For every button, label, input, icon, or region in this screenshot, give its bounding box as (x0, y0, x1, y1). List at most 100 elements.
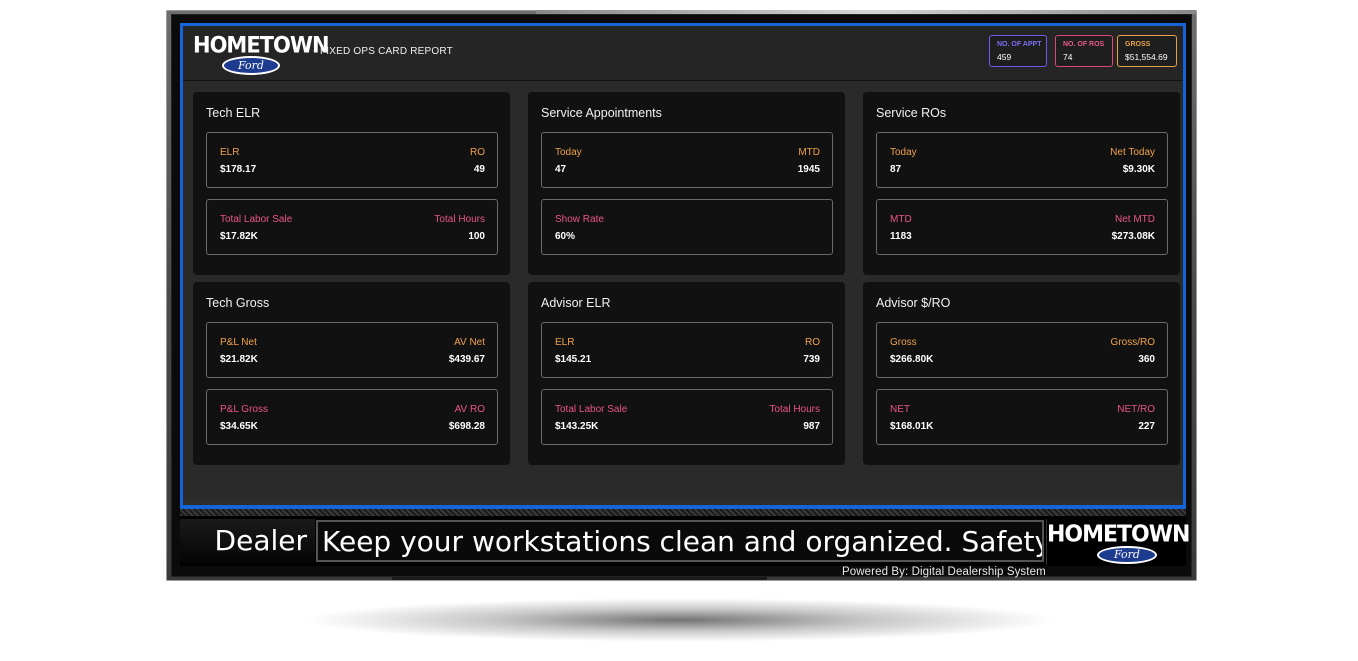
tv-bezel: HOMETOWN Ford FIXED OPS CARD REPORT NO. … (166, 10, 1197, 581)
metric-value: 47 (555, 164, 567, 175)
metric-label: Total Labor Sale (220, 214, 293, 225)
metric-value: $698.28 (448, 421, 485, 432)
kpi-label: NO. OF APPT (997, 41, 1042, 48)
dashboard-bottom-strip (183, 499, 1183, 505)
metric-card[interactable]: Today Net Today 87 $9.30K (876, 132, 1168, 188)
metric-card[interactable]: Total Labor Sale Total Hours $143.25K 98… (541, 389, 833, 445)
ford-oval-badge: Ford (1097, 546, 1157, 564)
metric-label: Today (890, 147, 917, 158)
panel-title: Advisor ELR (541, 296, 611, 310)
metric-value: $168.01K (890, 421, 934, 432)
metric-value: $178.17 (220, 164, 257, 175)
metric-card[interactable]: ELR RO $145.21 739 (541, 322, 833, 378)
metric-label: ELR (220, 147, 240, 158)
metric-label: NET (890, 404, 910, 415)
metric-label: Total Hours (434, 214, 485, 225)
metric-value: 987 (803, 421, 820, 432)
metric-value: $439.67 (448, 354, 485, 365)
panel-title: Service Appointments (541, 106, 662, 120)
metric-value: 739 (803, 354, 820, 365)
metric-card[interactable]: MTD Net MTD 1183 $273.08K (876, 199, 1168, 255)
panel-tech-gross[interactable]: Tech Gross P&L Net AV Net $21.82K $439.6… (193, 282, 510, 465)
metric-label: Total Labor Sale (555, 404, 628, 415)
metric-card[interactable]: ELR RO $178.17 49 (206, 132, 498, 188)
metric-value: 227 (1138, 421, 1155, 432)
metric-label: Net Today (1110, 147, 1155, 158)
kpi-label: NO. OF ROS (1063, 41, 1105, 48)
metric-value: 360 (1138, 354, 1155, 365)
kpi-value: $51,554.69 (1125, 52, 1168, 62)
panel-tech-elr[interactable]: Tech ELR ELR RO $178.17 49 Total Labor S… (193, 92, 510, 275)
metric-label: RO (470, 147, 485, 158)
metric-value: $17.82K (220, 231, 258, 242)
panel-advisor-per-ro[interactable]: Advisor $/RO Gross Gross/RO $266.80K 360… (863, 282, 1180, 465)
metric-label: P&L Net (220, 337, 257, 348)
metric-card[interactable]: Today MTD 47 1945 (541, 132, 833, 188)
metric-label: NET/RO (1117, 404, 1155, 415)
dashboard-frame: HOMETOWN Ford FIXED OPS CARD REPORT NO. … (180, 23, 1186, 508)
metric-value: 1945 (797, 164, 820, 175)
ticker-logo: HOMETOWN Ford (1046, 519, 1190, 565)
metric-card[interactable]: P&L Gross AV RO $34.65K $698.28 (206, 389, 498, 445)
metric-label: RO (805, 337, 820, 348)
panel-title: Tech Gross (206, 296, 270, 310)
tv-screen: HOMETOWN Ford FIXED OPS CARD REPORT NO. … (171, 14, 1192, 580)
metric-label: Gross (890, 337, 917, 348)
ford-oval-badge: Ford (222, 56, 280, 75)
metric-value: 49 (473, 164, 485, 175)
logo-wordmark: HOMETOWN (193, 32, 330, 58)
metric-card[interactable]: Show Rate 60% (541, 199, 833, 255)
logo-wordmark: HOMETOWN (1047, 521, 1190, 548)
hometown-ford-logo: HOMETOWN Ford (193, 32, 330, 76)
metric-label: Gross/RO (1110, 337, 1155, 348)
stage: HOMETOWN Ford FIXED OPS CARD REPORT NO. … (0, 0, 1358, 661)
panel-title: Tech ELR (206, 106, 261, 120)
metric-value: $266.80K (890, 354, 934, 365)
panel-service-ros[interactable]: Service ROs Today Net Today 87 $9.30K MT… (863, 92, 1180, 275)
tv-bottom-bar (392, 577, 767, 580)
news-ticker: Dealer Keep your workstations clean and … (180, 516, 1190, 566)
metric-label: AV Net (454, 337, 485, 348)
panel-advisor-elr[interactable]: Advisor ELR ELR RO $145.21 739 Total Lab… (528, 282, 845, 465)
kpi-gross[interactable]: GROSS $51,554.69 (1117, 35, 1177, 67)
metric-label: Show Rate (555, 214, 604, 225)
metric-label: P&L Gross (220, 404, 268, 415)
metric-label: MTD (798, 147, 820, 158)
metric-label: Net MTD (1115, 214, 1155, 225)
metric-card[interactable]: NET NET/RO $168.01K 227 (876, 389, 1168, 445)
metric-label: ELR (555, 337, 575, 348)
metric-label: Total Hours (769, 404, 820, 415)
metric-value: $145.21 (555, 354, 592, 365)
kpi-ros[interactable]: NO. OF ROS 74 (1055, 35, 1113, 67)
metric-value: $273.08K (1111, 231, 1155, 242)
panel-title: Service ROs (876, 106, 947, 120)
metric-value: $34.65K (220, 421, 258, 432)
kpi-value: 74 (1063, 52, 1073, 62)
metric-value: 100 (468, 231, 485, 242)
metric-card[interactable]: Total Labor Sale Total Hours $17.82K 100 (206, 199, 498, 255)
kpi-label: GROSS (1125, 41, 1151, 48)
dashboard-header: HOMETOWN Ford FIXED OPS CARD REPORT NO. … (183, 26, 1183, 81)
kpi-appointments[interactable]: NO. OF APPT 459 (989, 35, 1047, 67)
metric-label: MTD (890, 214, 912, 225)
metric-label: Today (555, 147, 582, 158)
metric-value: $21.82K (220, 354, 258, 365)
metric-value: 87 (890, 164, 902, 175)
hatch-divider (180, 508, 1186, 516)
tv-shadow (300, 598, 1060, 642)
panel-title: Advisor $/RO (876, 296, 951, 310)
metric-card[interactable]: Gross Gross/RO $266.80K 360 (876, 322, 1168, 378)
powered-by-text: Powered By: Digital Dealership System (842, 566, 1046, 578)
page-title: FIXED OPS CARD REPORT (320, 46, 453, 57)
metric-value: $9.30K (1122, 164, 1155, 175)
ticker-label: Dealer (180, 519, 315, 563)
kpi-value: 459 (997, 52, 1012, 62)
panel-service-appointments[interactable]: Service Appointments Today MTD 47 1945 S… (528, 92, 845, 275)
metric-value: 60% (555, 231, 576, 242)
metric-value: 1183 (890, 231, 912, 242)
metric-label: AV RO (454, 404, 485, 415)
ticker-message-box: Keep your workstations clean and organiz… (316, 520, 1044, 562)
ticker-message: Keep your workstations clean and organiz… (322, 525, 1044, 558)
metric-card[interactable]: P&L Net AV Net $21.82K $439.67 (206, 322, 498, 378)
metric-value: $143.25K (555, 421, 599, 432)
